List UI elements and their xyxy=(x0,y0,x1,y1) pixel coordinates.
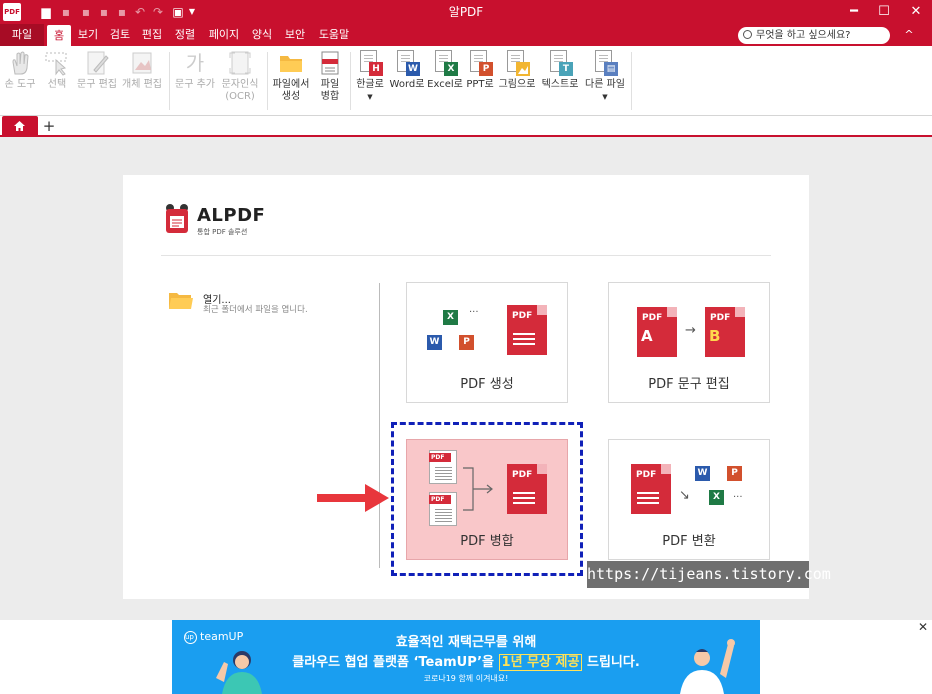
close-button[interactable]: ✕ xyxy=(902,0,930,24)
menu-file[interactable]: 파일 xyxy=(0,24,44,46)
pdf-file-icon: PDF B xyxy=(705,307,745,357)
to-image-button[interactable]: 그림으로 xyxy=(497,50,537,91)
pdf-text-edit-card[interactable]: PDF A → PDF B PDF 문구 편집 xyxy=(608,282,770,403)
open-file-description: 최근 폴더에서 파일을 엽니다. xyxy=(203,305,308,315)
save-all-icon[interactable]: ▪ xyxy=(78,3,94,21)
object-edit-button[interactable]: 개체 편집 xyxy=(120,50,164,91)
menu-security[interactable]: 보안 xyxy=(281,24,309,46)
excel-icon: X xyxy=(709,490,724,505)
card-label: PDF 변환 xyxy=(662,534,716,549)
menu-review[interactable]: 검토 xyxy=(106,24,134,46)
ad-bar: up teamUP 효율적인 재택근무를 위해 클라우드 협업 플랫폼 ‘Team… xyxy=(0,620,932,694)
image-file-icon xyxy=(504,50,530,76)
home-tab[interactable] xyxy=(2,116,38,137)
new-tab-button[interactable]: + xyxy=(42,116,56,137)
add-text-icon: 가 xyxy=(185,51,205,75)
ribbon-collapse-button[interactable]: ^ xyxy=(900,24,918,46)
text-edit-icon xyxy=(84,50,110,76)
ppt-file-icon: P xyxy=(467,50,493,76)
word-icon: W xyxy=(427,335,442,350)
pdf-create-card[interactable]: X ··· W P PDF PDF 생성 xyxy=(406,282,568,403)
excel-file-icon: X xyxy=(432,50,458,76)
menu-page[interactable]: 페이지 xyxy=(204,24,244,46)
word-file-icon: W xyxy=(394,50,420,76)
object-edit-icon xyxy=(129,50,155,76)
pdf-file-icon: PDF xyxy=(631,464,671,514)
hand-icon xyxy=(7,50,33,76)
document-tab-bar: + xyxy=(0,116,932,137)
alpdf-logo-icon xyxy=(163,203,191,235)
hwp-file-icon: H xyxy=(357,50,383,76)
print-icon[interactable]: ▪ xyxy=(96,3,112,21)
brand-name: ALPDF xyxy=(197,205,266,226)
watermark-text: https://tijeans.tistory.com xyxy=(587,561,831,588)
to-word-button[interactable]: W Word로 xyxy=(388,50,426,91)
card-label: PDF 생성 xyxy=(460,377,514,392)
create-from-file-button[interactable]: 파일에서 생성 xyxy=(270,50,312,103)
ad-banner[interactable]: up teamUP 효율적인 재택근무를 위해 클라우드 협업 플랫폼 ‘Team… xyxy=(172,620,760,694)
person-cheering-illustration-icon xyxy=(680,639,735,694)
open-folder-icon[interactable]: ▆ xyxy=(38,3,54,21)
menu-home[interactable]: 홈 xyxy=(47,25,71,46)
highlight-annotation-box xyxy=(391,422,583,576)
select-icon xyxy=(44,50,70,76)
red-arrow-annotation-icon xyxy=(317,484,389,512)
pdf-convert-card[interactable]: PDF ↘ W P X ··· PDF 변환 xyxy=(608,439,770,560)
merge-files-button[interactable]: 파일 병합 xyxy=(314,50,346,103)
other-file-icon: ▤ xyxy=(592,50,618,76)
ribbon-separator xyxy=(169,52,170,110)
ribbon-separator xyxy=(631,52,632,110)
folder-icon xyxy=(278,50,304,76)
maximize-button[interactable]: ☐ xyxy=(870,0,898,24)
text-file-icon: T xyxy=(547,50,573,76)
ribbon-separator xyxy=(350,52,351,110)
home-icon xyxy=(14,121,25,131)
minimize-button[interactable]: ━ xyxy=(840,0,868,24)
undo-icon[interactable]: ↶ xyxy=(132,3,148,21)
search-input[interactable]: 무엇을 하고 싶으세요? xyxy=(738,27,890,44)
print-preview-icon[interactable]: ▪ xyxy=(114,3,130,21)
quick-access-dropdown-icon[interactable]: ▼ xyxy=(184,3,200,21)
redo-icon[interactable]: ↷ xyxy=(150,3,166,21)
arrow-down-right-icon: ↘ xyxy=(679,488,690,503)
hand-tool-button[interactable]: 손 도구 xyxy=(2,50,38,91)
menu-arrange[interactable]: 정렬 xyxy=(171,24,199,46)
add-text-button[interactable]: 가 문구 추가 xyxy=(173,50,217,91)
app-logo-icon: PDF xyxy=(3,3,21,21)
menu-edit[interactable]: 편집 xyxy=(138,24,166,46)
search-placeholder: 무엇을 하고 싶으세요? xyxy=(756,30,851,41)
to-hwp-button[interactable]: H 한글로 ▼ xyxy=(352,50,388,103)
pdf-file-icon: PDF xyxy=(507,305,547,355)
divider xyxy=(379,283,380,568)
ribbon-separator xyxy=(267,52,268,110)
ppt-icon: P xyxy=(727,466,742,481)
menu-form[interactable]: 양식 xyxy=(248,24,276,46)
title-bar: PDF ▆ ▪ ▪ ▪ ▪ ↶ ↷ ▣ ▼ 알PDF ━ ☐ ✕ xyxy=(0,0,932,24)
to-other-file-button[interactable]: ▤ 다른 파일 ▼ xyxy=(583,50,627,103)
text-edit-button[interactable]: 문구 편집 xyxy=(76,50,118,91)
menu-bar: 파일 홈 보기 검토 편집 정렬 페이지 양식 보안 도움말 무엇을 하고 싶으… xyxy=(0,24,932,46)
ppt-icon: P xyxy=(459,335,474,350)
divider xyxy=(161,255,771,256)
arrow-right-icon: → xyxy=(685,323,696,338)
ocr-icon xyxy=(227,50,253,76)
merge-icon xyxy=(317,50,343,76)
pdf-file-icon: PDF A xyxy=(637,307,677,357)
card-label: PDF 문구 편집 xyxy=(648,377,730,392)
select-tool-button[interactable]: 선택 xyxy=(40,50,74,91)
search-icon xyxy=(743,30,752,39)
save-icon[interactable]: ▪ xyxy=(58,3,74,21)
ocr-button[interactable]: 문자인식 (OCR) xyxy=(218,50,262,103)
to-ppt-button[interactable]: P PPT로 xyxy=(464,50,496,91)
brand-subtitle: 통합 PDF 솔루션 xyxy=(197,228,248,236)
menu-view[interactable]: 보기 xyxy=(74,24,102,46)
ad-close-button[interactable]: ✕ xyxy=(916,620,930,636)
to-excel-button[interactable]: X Excel로 xyxy=(426,50,464,91)
menu-help[interactable]: 도움말 xyxy=(314,24,354,46)
excel-icon: X xyxy=(443,310,458,325)
folder-icon[interactable] xyxy=(169,291,193,311)
word-icon: W xyxy=(695,466,710,481)
ribbon-toolbar: 손 도구 선택 문구 편집 개체 편집 가 문구 추가 문자인식 (OCR) 파… xyxy=(0,46,932,116)
to-text-button[interactable]: T 텍스트로 xyxy=(539,50,581,91)
